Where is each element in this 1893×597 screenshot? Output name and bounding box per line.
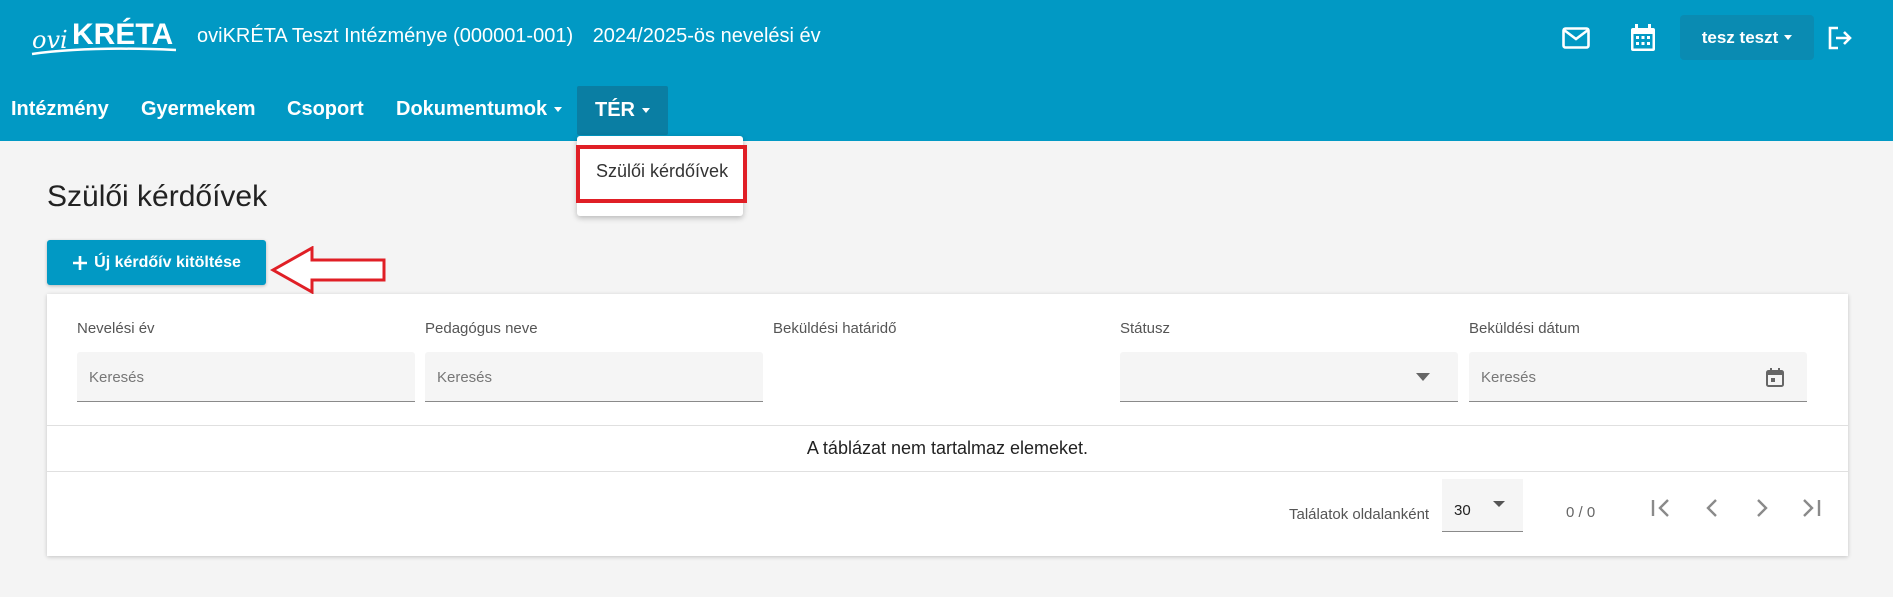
annotation-highlight-box bbox=[576, 145, 747, 203]
filter-placeholder: Keresés bbox=[437, 369, 493, 386]
top-header: ovi KRÉTA oviKRÉTA Teszt Intézménye (000… bbox=[0, 0, 1893, 78]
chevron-down-icon bbox=[1416, 373, 1430, 381]
column-header-bekuldesi-hatarido: Beküldési határidő bbox=[773, 320, 897, 337]
previous-page-icon[interactable] bbox=[1697, 493, 1727, 523]
new-questionnaire-label: Új kérdőív kitöltése bbox=[94, 253, 241, 271]
user-menu-button[interactable]: tesz teszt bbox=[1680, 15, 1814, 60]
calendar-icon[interactable] bbox=[1627, 22, 1659, 54]
filter-bekuldesi-datum-input[interactable]: Keresés bbox=[1469, 352, 1807, 402]
nav-item-label: Intézmény bbox=[11, 98, 109, 120]
empty-table-message: A táblázat nem tartalmaz elemeket. bbox=[806, 438, 1089, 458]
per-page-label: Találatok oldalanként bbox=[1289, 506, 1430, 523]
nav-item-intezmeny[interactable]: Intézmény bbox=[11, 78, 109, 141]
next-page-icon[interactable] bbox=[1747, 493, 1777, 523]
app-logo[interactable]: ovi KRÉTA bbox=[28, 6, 180, 68]
questionnaire-table: Nevelési év Pedagógus neve Beküldési hat… bbox=[47, 294, 1848, 556]
filter-statusz-select[interactable] bbox=[1120, 352, 1458, 402]
page-range: 0 / 0 bbox=[1566, 504, 1596, 521]
nav-item-label: Csoport bbox=[287, 98, 364, 120]
divider bbox=[47, 425, 1848, 426]
filter-nevelesi-ev-input[interactable]: Keresés bbox=[77, 352, 415, 402]
chevron-down-icon bbox=[554, 107, 563, 112]
nav-item-gyermekem[interactable]: Gyermekem bbox=[141, 78, 256, 141]
institution-name: oviKRÉTA Teszt Intézménye (000001-001) bbox=[197, 25, 574, 47]
nav-item-label: TÉR bbox=[595, 99, 635, 121]
column-header-pedagogus-neve: Pedagógus neve bbox=[425, 320, 538, 337]
new-questionnaire-button[interactable]: Új kérdőív kitöltése bbox=[47, 240, 266, 285]
column-header-nevelesi-ev: Nevelési év bbox=[77, 320, 155, 337]
per-page-select[interactable]: 30 bbox=[1442, 479, 1523, 532]
filter-placeholder: Keresés bbox=[1481, 369, 1537, 386]
divider bbox=[47, 471, 1848, 472]
first-page-icon[interactable] bbox=[1646, 493, 1676, 523]
chevron-down-icon bbox=[642, 108, 650, 113]
last-page-icon[interactable] bbox=[1796, 493, 1826, 523]
chevron-down-icon bbox=[1493, 501, 1505, 507]
plus-icon bbox=[73, 255, 88, 270]
column-header-statusz: Státusz bbox=[1120, 320, 1171, 337]
filter-pedagogus-neve-input[interactable]: Keresés bbox=[425, 352, 763, 402]
logout-icon[interactable] bbox=[1824, 22, 1856, 54]
main-nav: Intézmény Gyermekem Csoport Dokumentumok… bbox=[0, 78, 1893, 141]
nav-item-ter[interactable]: TÉR bbox=[577, 86, 668, 135]
per-page-value: 30 bbox=[1454, 502, 1471, 519]
user-name: tesz teszt bbox=[1701, 27, 1779, 47]
annotation-arrow-icon bbox=[270, 246, 386, 294]
chevron-down-icon bbox=[1784, 35, 1793, 40]
svg-text:KRÉTA: KRÉTA bbox=[72, 17, 173, 51]
nav-item-csoport[interactable]: Csoport bbox=[287, 78, 364, 141]
calendar-icon[interactable] bbox=[1766, 368, 1784, 387]
page-title: Szülői kérdőívek bbox=[47, 180, 268, 213]
filter-placeholder: Keresés bbox=[89, 369, 145, 386]
column-header-bekuldesi-datum: Beküldési dátum bbox=[1469, 320, 1580, 337]
header-title: oviKRÉTA Teszt Intézménye (000001-001) 2… bbox=[197, 25, 821, 48]
school-year: 2024/2025-ös nevelési év bbox=[592, 25, 821, 47]
nav-item-label: Gyermekem bbox=[141, 98, 256, 120]
nav-item-dokumentumok[interactable]: Dokumentumok bbox=[396, 78, 563, 141]
nav-item-label: Dokumentumok bbox=[396, 98, 548, 120]
mail-icon[interactable] bbox=[1560, 22, 1592, 54]
